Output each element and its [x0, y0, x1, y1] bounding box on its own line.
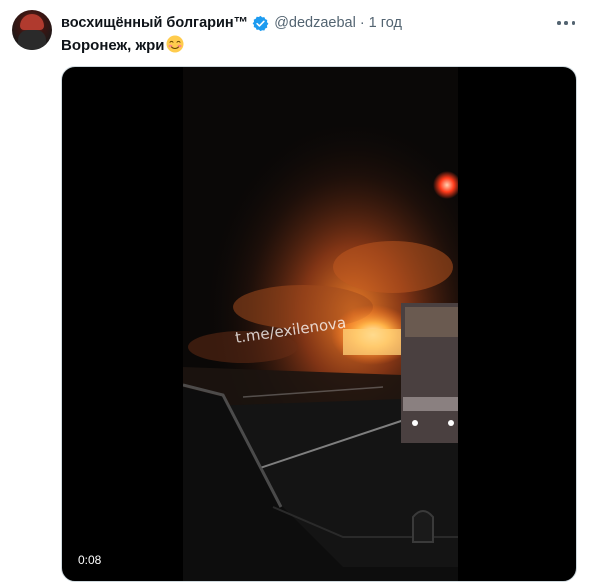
more-options-icon[interactable]: [557, 14, 575, 32]
display-name[interactable]: восхищённый болгарин™: [61, 15, 248, 31]
timestamp[interactable]: 1 год: [369, 15, 402, 31]
separator-dot: ·: [359, 15, 365, 31]
verified-badge-icon: [252, 15, 269, 31]
video-frame[interactable]: t.me/exilenova: [183, 67, 458, 581]
video-duration: 0:08: [72, 551, 108, 569]
tweet-header: восхищённый болгарин™ @dedzaebal · 1 год: [61, 13, 402, 33]
more-dot: [564, 21, 568, 25]
video-player[interactable]: t.me/exilenova 0:08: [61, 66, 577, 582]
smiling-face-emoji-icon: [166, 35, 184, 53]
avatar-helmet: [20, 14, 44, 30]
tweet-text: Воронеж, жри: [61, 35, 184, 56]
tweet-text-content: Воронеж, жри: [61, 37, 165, 54]
user-handle[interactable]: @dedzaebal: [274, 15, 356, 31]
more-dot: [571, 21, 575, 25]
tweet[interactable]: восхищённый болгарин™ @dedzaebal · 1 год…: [0, 0, 589, 588]
avatar[interactable]: [12, 10, 52, 50]
avatar-body: [18, 30, 46, 50]
more-dot: [557, 21, 561, 25]
